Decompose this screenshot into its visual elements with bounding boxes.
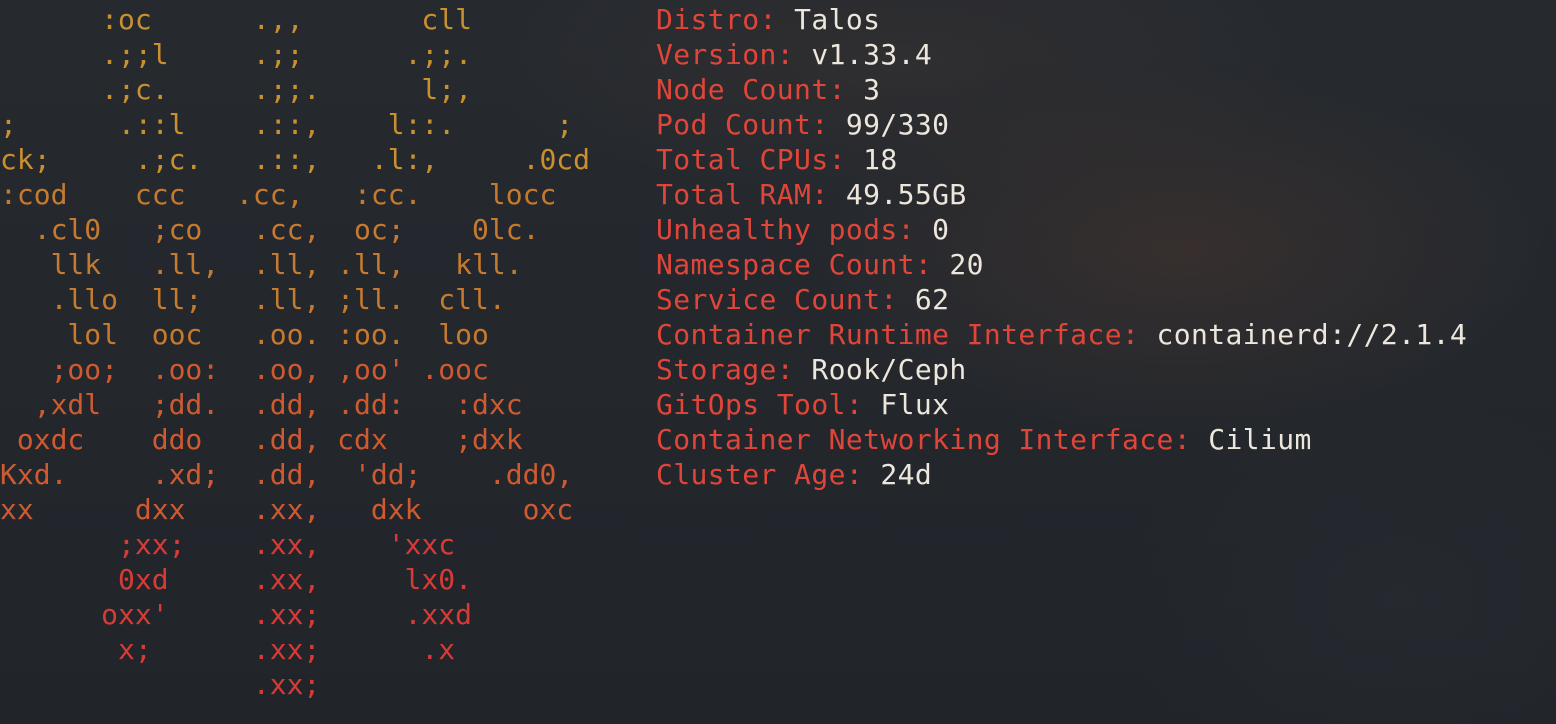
info-key: Container Runtime Interface: [656, 318, 1140, 351]
info-value: Rook/Ceph [811, 353, 967, 386]
logo-line: ; .::l .::, l::. ; [0, 108, 574, 141]
logo-line: lol ooc .oo. :oo. loo [0, 318, 489, 351]
info-row-cni: Container Networking Interface: Cilium [656, 422, 1312, 457]
logo-line: xx dxx .xx, dxk oxc [0, 493, 574, 526]
info-value: 49.55GB [845, 178, 967, 211]
info-key: Namespace Count: [656, 248, 933, 281]
info-row-pod-count: Pod Count: 99/330 [656, 107, 949, 142]
logo-line: .;c. .;;. l;, [0, 73, 473, 106]
info-key: Version: [656, 38, 795, 71]
info-value: 62 [914, 283, 950, 316]
info-value: 20 [949, 248, 984, 281]
info-key: Container Networking Interface: [656, 423, 1191, 456]
info-value: containerd://2.1.4 [1156, 318, 1468, 351]
info-row-storage: Storage: Rook/Ceph [656, 352, 967, 387]
info-row-cluster-age: Cluster Age: 24d [656, 457, 932, 492]
logo-line: .cl0 ;co .cc, oc; 0lc. [0, 213, 540, 246]
info-key: Total CPUs: [656, 143, 846, 176]
logo-line: ;oo; .oo: .oo, ,oo' .ooc [0, 353, 489, 386]
logo-line: Kxd. .xd; .dd, 'dd; .dd0, [0, 458, 574, 491]
info-row-version: Version: v1.33.4 [656, 37, 932, 72]
info-value: Cilium [1208, 423, 1312, 456]
info-row-total-ram: Total RAM: 49.55GB [656, 177, 967, 212]
info-key: Service Count: [656, 283, 898, 316]
info-row-namespace-count: Namespace Count: 20 [656, 247, 984, 282]
info-key: Cluster Age: [656, 458, 864, 491]
info-row-container-runtime: Container Runtime Interface: containerd:… [656, 317, 1467, 352]
info-row-service-count: Service Count: 62 [656, 282, 949, 317]
info-value: Talos [794, 3, 881, 36]
info-key: Total RAM: [656, 178, 829, 211]
logo-line: .;;l .;; .;;. [0, 38, 473, 71]
info-value: 0 [932, 213, 950, 246]
logo-line: 0xd .xx, lx0. [0, 563, 473, 596]
logo-line: oxdc ddo .dd, cdx ;dxk [0, 423, 523, 456]
logo-line: llk .ll, .ll, .ll, kll. [0, 248, 523, 281]
terminal-window[interactable]: :oc .,, cll .;;l .;; .;;. .;c. .;;. l;, … [0, 0, 1556, 724]
logo-line: :oc .,, cll [0, 3, 473, 36]
info-value: 24d [880, 458, 933, 491]
logo-line: .xx; [0, 668, 321, 701]
logo-line: x; .xx; .x [0, 633, 456, 666]
logo-line: ;xx; .xx, 'xxc [0, 528, 456, 561]
info-key: Storage: [656, 353, 795, 386]
logo-line: .llo ll; .ll, ;ll. cll. [0, 283, 506, 316]
info-value: v1.33.4 [811, 38, 933, 71]
info-value: 99/330 [845, 108, 950, 141]
info-row-total-cpus: Total CPUs: 18 [656, 142, 898, 177]
info-value: 18 [863, 143, 898, 176]
info-row-unhealthy-pods: Unhealthy pods: 0 [656, 212, 949, 247]
info-value: 3 [863, 73, 881, 106]
info-key: Pod Count: [656, 108, 829, 141]
info-row-node-count: Node Count: 3 [656, 72, 880, 107]
info-key: Distro: [656, 3, 777, 36]
logo-line: oxx' .xx; .xxd [0, 598, 473, 631]
info-key: Unhealthy pods: [656, 213, 915, 246]
info-row-gitops-tool: GitOps Tool: Flux [656, 387, 949, 422]
logo-line: ,xdl ;dd. .dd, .dd: :dxc [0, 388, 523, 421]
info-value: Flux [880, 388, 950, 421]
info-row-distro: Distro: Talos [656, 2, 880, 37]
logo-line: :cod ccc .cc, :cc. locc [0, 178, 557, 211]
info-key: Node Count: [656, 73, 846, 106]
info-key: GitOps Tool: [656, 388, 864, 421]
logo-line: ck; .;c. .::, .l:, .0cd [0, 143, 591, 176]
